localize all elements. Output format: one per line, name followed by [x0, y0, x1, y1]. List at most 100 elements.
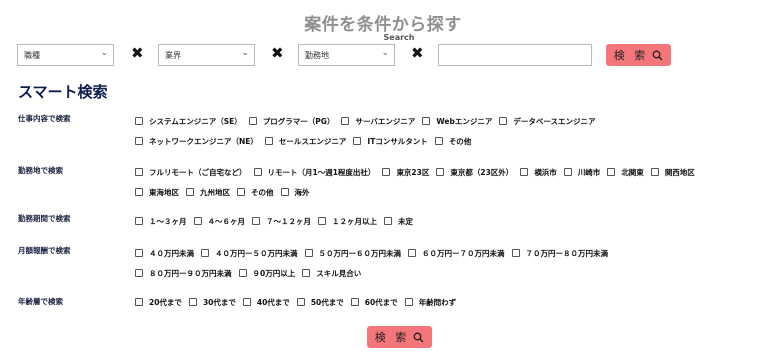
filter-option[interactable]: データベースエンジニア — [499, 116, 596, 127]
filter-option[interactable]: 北関東 — [607, 167, 644, 178]
filter-option[interactable]: ７０万円ー８０万円未満 — [511, 248, 608, 259]
checkbox[interactable] — [135, 137, 143, 145]
checkbox[interactable] — [242, 298, 251, 306]
checkbox[interactable] — [436, 168, 445, 176]
filter-option[interactable]: 東京23区 — [382, 167, 429, 178]
search-button-top[interactable]: 検 索 — [606, 44, 671, 66]
filter-option[interactable]: 東海地区 — [135, 187, 179, 198]
job-type-select[interactable]: 職種 ⌄ — [17, 44, 114, 66]
filter-option[interactable]: 関西地区 — [650, 167, 695, 178]
checkbox[interactable] — [404, 298, 413, 306]
filter-option[interactable]: ITコンサルタント — [353, 136, 428, 147]
chevron-down-icon: ⌄ — [381, 48, 389, 58]
filter-option[interactable]: サーバエンジニア — [341, 116, 415, 127]
checkbox[interactable] — [422, 117, 431, 125]
filter-option[interactable]: 20代まで — [135, 297, 182, 308]
location-select[interactable]: 勤務地 ⌄ — [298, 44, 395, 66]
checkbox[interactable] — [434, 137, 443, 145]
checkbox[interactable] — [135, 168, 143, 176]
filter-option[interactable]: 海外 — [280, 187, 310, 198]
filter-option[interactable]: システムエンジニア（SE） — [135, 116, 242, 127]
checkbox[interactable] — [193, 217, 202, 225]
filter-option[interactable]: 九州地区 — [186, 187, 230, 198]
checkbox[interactable] — [186, 188, 194, 196]
filter-option[interactable]: ６０万円ー７０万円未満 — [408, 248, 505, 259]
option-row: 20代まで 30代まで 40代まで 50代まで 60代まで 年齢問わず — [135, 297, 463, 308]
filter-option[interactable]: ９0万円以上 — [238, 268, 295, 279]
checkbox[interactable] — [135, 249, 143, 257]
checkbox[interactable] — [264, 137, 273, 145]
checkbox[interactable] — [350, 298, 359, 306]
filter-option[interactable]: ８０万円ー９０万円未満 — [135, 268, 232, 279]
option-label: スキル見合い — [316, 269, 362, 278]
checkbox[interactable] — [248, 117, 257, 125]
filter-option[interactable]: ４０万円未満 — [135, 248, 194, 259]
checkbox[interactable] — [135, 298, 143, 306]
checkbox[interactable] — [563, 168, 572, 176]
filter-option[interactable]: 年齢問わず — [404, 297, 456, 308]
filter-option[interactable]: ４０万円ー５０万円未満 — [201, 248, 298, 259]
filter-option[interactable]: 横浜市 — [520, 167, 557, 178]
checkbox[interactable] — [238, 269, 247, 277]
checkbox[interactable] — [511, 249, 520, 257]
filter-option[interactable]: 30代まで — [188, 297, 236, 308]
checkbox[interactable] — [382, 168, 391, 176]
category-label: 仕事内容で検索 — [18, 114, 71, 123]
checkbox[interactable] — [296, 298, 305, 306]
option-label: サーバエンジニア — [355, 117, 416, 126]
checkbox[interactable] — [520, 168, 529, 176]
checkbox[interactable] — [499, 117, 508, 125]
option-row: フルリモート（ご自宅など） リモート（月1〜週1程度出社） 東京23区 東京都（23区… — [135, 167, 702, 178]
checkbox[interactable] — [135, 217, 143, 225]
checkbox[interactable] — [607, 168, 616, 176]
filter-option[interactable]: 50代まで — [296, 297, 344, 308]
filter-option[interactable]: 40代まで — [242, 297, 290, 308]
filter-option[interactable]: 未定 — [384, 216, 413, 227]
checkbox[interactable] — [353, 137, 362, 145]
filter-option[interactable]: セールスエンジニア — [264, 136, 346, 147]
checkbox[interactable] — [650, 168, 659, 176]
checkbox[interactable] — [237, 188, 245, 196]
checkbox[interactable] — [135, 188, 143, 196]
option-label: 30代まで — [202, 298, 236, 307]
filter-option[interactable]: １２ヶ月以上 — [318, 216, 377, 227]
checkbox[interactable] — [341, 117, 350, 125]
filter-option[interactable]: フルリモート（ご自宅など） — [135, 167, 247, 178]
option-label: リモート（月1〜週1程度出社） — [267, 168, 376, 177]
filter-option[interactable]: その他 — [237, 187, 274, 198]
checkbox[interactable] — [201, 249, 209, 257]
filter-option[interactable]: ４〜６ヶ月 — [193, 216, 245, 227]
search-button-bottom[interactable]: 検 索 — [367, 326, 432, 348]
checkbox[interactable] — [135, 269, 143, 277]
filter-option[interactable]: ネットワークエンジニア（NE） — [135, 136, 258, 147]
checkbox[interactable] — [318, 217, 326, 225]
filter-option[interactable]: その他 — [434, 136, 472, 147]
checkbox[interactable] — [302, 269, 311, 277]
filter-option[interactable]: ７〜１２ヶ月 — [252, 216, 311, 227]
filter-option[interactable]: Webエンジニア — [422, 116, 492, 127]
industry-select[interactable]: 業界 ⌄ — [158, 44, 255, 66]
filter-option[interactable]: 川崎市 — [563, 167, 600, 178]
checkbox[interactable] — [252, 217, 260, 225]
chevron-down-icon: ⌄ — [241, 48, 249, 58]
checkbox[interactable] — [408, 249, 416, 257]
option-label: データベースエンジニア — [513, 117, 596, 126]
filter-option[interactable]: リモート（月1〜週1程度出社） — [253, 167, 376, 178]
option-label: ６０万円ー７０万円未満 — [422, 249, 505, 258]
checkbox[interactable] — [384, 217, 392, 225]
checkbox[interactable] — [304, 249, 313, 257]
filter-option[interactable]: １〜３ヶ月 — [135, 216, 187, 227]
checkbox[interactable] — [135, 117, 143, 125]
filter-option[interactable]: プログラマー（PG） — [248, 116, 334, 127]
checkbox[interactable] — [188, 298, 197, 306]
filter-option[interactable]: ５０万円ー６０万円未満 — [304, 248, 401, 259]
checkbox[interactable] — [280, 188, 289, 196]
filter-option[interactable]: 60代まで — [350, 297, 398, 308]
checkbox[interactable] — [253, 168, 262, 176]
option-label: その他 — [448, 137, 472, 146]
category-label: 勤務地で検索 — [18, 166, 63, 175]
option-label: ７〜１２ヶ月 — [266, 217, 311, 226]
filter-option[interactable]: 東京都（23区外） — [436, 167, 513, 178]
keyword-input[interactable] — [438, 44, 592, 66]
filter-option[interactable]: スキル見合い — [302, 268, 361, 279]
